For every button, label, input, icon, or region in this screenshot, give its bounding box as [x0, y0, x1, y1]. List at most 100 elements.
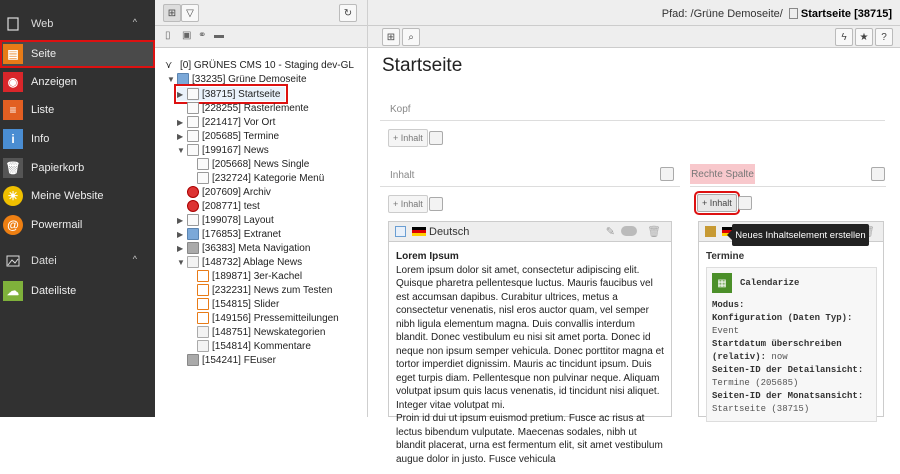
new-content-icon[interactable]: ⊞ [382, 28, 400, 46]
caret-down-icon: ▼ [177, 145, 185, 155]
link-icon[interactable]: ⚭ [198, 30, 210, 43]
folder-icon [187, 354, 199, 366]
divider [380, 186, 680, 187]
tree-dragbar: ▯ ▣ ⚭ ▬ [155, 26, 367, 48]
help-icon[interactable]: ? [875, 28, 893, 46]
tree-node[interactable]: [189871] 3er-Kachel [187, 269, 302, 283]
tree-node[interactable]: ▶ [199078] Layout [177, 213, 274, 227]
tooltip: Neues Inhaltselement erstellen [727, 224, 869, 246]
tree-node[interactable]: ▶ [205685] Termine [177, 129, 279, 143]
sidebar-item-info[interactable]: i Info [0, 125, 155, 153]
page-icon[interactable]: ▯ [165, 30, 177, 43]
sun-icon: ☀ [3, 186, 23, 206]
page-icon [187, 102, 199, 114]
shortcut-icon [197, 284, 209, 296]
add-content-button-kopf[interactable]: + Inhalt [388, 129, 428, 147]
paste-icon[interactable] [429, 131, 443, 145]
tree-node[interactable]: [149156] Pressemitteilungen [187, 311, 339, 325]
tree-node[interactable]: ▼ [199167] News [177, 143, 269, 157]
page-icon [187, 116, 199, 128]
tree-node[interactable]: [232724] Kategorie Menü [187, 171, 324, 185]
page-icon [197, 172, 209, 184]
tree-node[interactable]: [228255] Rasterlemente [177, 101, 309, 115]
folder-icon[interactable]: ▬ [214, 30, 226, 43]
edit-icon[interactable]: ✎ [606, 225, 615, 238]
filter-icon[interactable]: ▽ [181, 4, 199, 22]
trash-icon: 🗑 [3, 158, 23, 178]
sysfolder-icon [197, 326, 209, 338]
folder-icon [187, 242, 199, 254]
ce-text: Lorem ipsum dolor sit amet, consectetur … [396, 264, 664, 411]
tree-toolbar: ⊞ ▽ ↻ [155, 0, 367, 26]
add-content-button-inhalt[interactable]: + Inhalt [388, 195, 428, 213]
divider [690, 186, 886, 187]
star-icon[interactable]: ★ [855, 28, 873, 46]
page-icon [788, 8, 798, 19]
tree-node-startseite[interactable]: ▶ [38715] Startseite [174, 84, 288, 104]
shortcut-icon [197, 298, 209, 310]
refresh-icon[interactable]: ↻ [339, 4, 357, 22]
page-copy-icon[interactable]: ▣ [182, 30, 194, 43]
plugin-summary: ▦ Calendarize Modus: Konfiguration (Date… [706, 267, 877, 422]
page-icon [3, 14, 23, 34]
tree-node[interactable]: [208771] test [177, 199, 260, 213]
plus-icon: + [702, 198, 710, 208]
column-rechte-spalte-heading: Rechte Spalte [690, 164, 755, 184]
content-element-termine[interactable]: 🗑 Termine ▦ Calendarize Modus: Konfigura… [698, 221, 884, 422]
caret-down-icon: ▼ [177, 257, 185, 267]
section-web[interactable]: Web ^ [0, 10, 155, 38]
sidebar-item-papierkorb[interactable]: 🗑 Papierkorb [0, 154, 155, 182]
paste-icon[interactable] [738, 196, 752, 210]
plus-icon: + [393, 133, 401, 143]
shortcut-icon [197, 312, 209, 324]
tree-node[interactable]: ▶ [176853] Extranet [177, 227, 281, 241]
sidebar-item-dateiliste[interactable]: ☁ Dateiliste [0, 277, 155, 305]
page-icon [187, 88, 199, 100]
caret-right-icon: ▶ [177, 89, 184, 99]
add-content-button-rechte-spalte[interactable]: + Inhalt [694, 191, 740, 215]
tree-node[interactable]: [205668] News Single [187, 157, 309, 171]
flash-icon[interactable]: ϟ [835, 28, 853, 46]
toggle-visibility-icon[interactable] [621, 226, 637, 236]
tree-node[interactable]: [154815] Slider [187, 297, 279, 311]
sidebar-item-meine-website[interactable]: ☀ Meine Website [0, 182, 155, 210]
breadcrumb: Pfad: /Grüne Demoseite/ Startseite [3871… [661, 8, 892, 20]
image-icon [3, 251, 23, 271]
sidebar-item-powermail[interactable]: @ Powermail [0, 211, 155, 239]
text-ce-icon [395, 226, 406, 237]
edit-column-icon[interactable] [871, 167, 885, 181]
eye-icon: ◉ [3, 72, 23, 92]
tree-node[interactable]: ▼ [33235] Grüne Demoseite [167, 72, 307, 86]
hidden-page-icon [187, 200, 199, 212]
sysfolder-icon [197, 340, 209, 352]
info-icon: i [3, 129, 23, 149]
sidebar-item-liste[interactable]: ≡ Liste [0, 96, 155, 124]
sidebar-item-anzeigen[interactable]: ◉ Anzeigen [0, 68, 155, 96]
caret-right-icon: ▶ [177, 229, 184, 239]
tree-node[interactable]: [232231] News zum Testen [187, 283, 332, 297]
section-datei[interactable]: Datei ^ [0, 247, 155, 275]
ce-header: Deutsch ✎ 🗑 [389, 222, 671, 242]
content-element-lorem[interactable]: Deutsch ✎ 🗑 Lorem Ipsum Lorem ipsum dolo… [388, 221, 672, 465]
tree-node[interactable]: ▼ [148732] Ablage News [177, 255, 302, 269]
tree-node[interactable]: ▶ [221417] Vor Ort [177, 115, 275, 129]
trash-icon[interactable]: 🗑 [647, 225, 661, 238]
sidebar-item-seite[interactable]: ▤ Seite [0, 40, 155, 68]
new-page-icon[interactable]: ⊞ [163, 4, 181, 22]
caret-down-icon: ▼ [167, 74, 175, 84]
paste-icon[interactable] [429, 197, 443, 211]
caret-right-icon: ▶ [177, 215, 184, 225]
tree-node[interactable]: [154814] Kommentare [187, 339, 311, 353]
search-icon[interactable]: ⌕ [402, 28, 420, 46]
edit-column-icon[interactable] [660, 167, 674, 181]
typo3-icon: ⋎ [165, 59, 173, 71]
at-icon: @ [3, 215, 23, 235]
page-icon [197, 158, 209, 170]
tree-node[interactable]: ▶ [36383] Meta Navigation [177, 241, 310, 255]
tree-node[interactable]: [154241] FEuser [177, 353, 276, 367]
tree-node[interactable]: [207609] Archiv [177, 185, 271, 199]
caret-right-icon: ▶ [177, 243, 184, 253]
divider [380, 120, 885, 121]
tree-root[interactable]: ⋎ [0] GRÜNES CMS 10 - Staging dev-GL [165, 58, 354, 72]
tree-node[interactable]: [148751] Newskategorien [187, 325, 325, 339]
